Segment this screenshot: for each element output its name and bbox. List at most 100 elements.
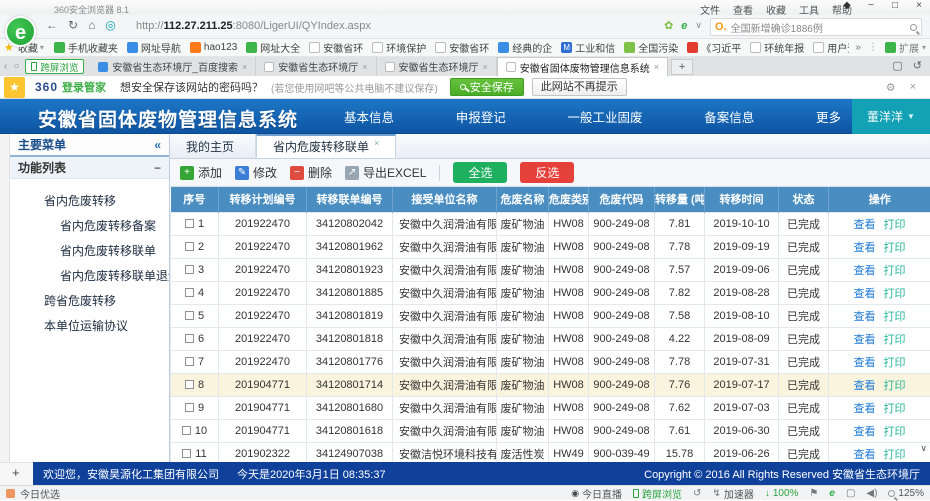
row-checkbox[interactable] bbox=[185, 334, 194, 343]
bookmark-item[interactable]: hao123 bbox=[190, 42, 237, 53]
bookmark-item[interactable]: 环统年报 bbox=[750, 40, 804, 55]
toolbar-action-button[interactable]: + 添加 bbox=[180, 164, 222, 181]
content-tab[interactable]: 省内危废转移联单 × bbox=[256, 134, 396, 158]
browser-tab[interactable]: 安徽省生态环境厅 × bbox=[377, 57, 497, 76]
row-checkbox[interactable] bbox=[185, 242, 194, 251]
back-icon[interactable]: ← bbox=[46, 18, 58, 32]
nav-item[interactable]: 备案信息 bbox=[700, 107, 758, 126]
extensions-button[interactable]: 扩展▾ bbox=[885, 40, 926, 55]
print-link[interactable]: 打印 bbox=[884, 403, 906, 415]
collapse-section-icon[interactable]: − bbox=[154, 157, 161, 179]
toolbar-action-button[interactable]: ↗ 导出EXCEL bbox=[345, 164, 426, 181]
view-link[interactable]: 查看 bbox=[854, 219, 876, 231]
window-icon[interactable]: ▢ bbox=[846, 488, 855, 499]
sidebar-menu-item[interactable]: 省内危废转移 bbox=[10, 189, 169, 214]
bookmark-item[interactable]: 《习近平 bbox=[687, 40, 741, 55]
new-tab-button[interactable]: + bbox=[671, 59, 693, 75]
row-checkbox[interactable] bbox=[185, 219, 194, 228]
accelerator-button[interactable]: ↯加速器 bbox=[712, 486, 753, 501]
ie-mode-icon[interactable]: e bbox=[829, 488, 835, 499]
nav-item[interactable]: 一般工业固废 bbox=[563, 107, 646, 126]
cross-screen-status-button[interactable]: 跨屏浏览 bbox=[633, 486, 682, 501]
daily-picks-link[interactable]: 今日优选 bbox=[20, 486, 60, 501]
search-input[interactable]: 全国新增确诊1886例 bbox=[731, 20, 906, 35]
nav-item[interactable]: 申报登记 bbox=[452, 107, 510, 126]
print-link[interactable]: 打印 bbox=[884, 242, 906, 254]
zoom-control[interactable]: 125% bbox=[888, 488, 924, 499]
search-box[interactable]: O. 全国新增确诊1886例 bbox=[710, 18, 922, 36]
restore-tab-icon[interactable]: ▢ bbox=[892, 59, 902, 72]
nav-item[interactable]: 基本信息 bbox=[340, 107, 398, 126]
row-checkbox[interactable] bbox=[185, 380, 194, 389]
print-link[interactable]: 打印 bbox=[884, 426, 906, 438]
nav-item[interactable]: 更多 bbox=[812, 107, 845, 126]
print-link[interactable]: 打印 bbox=[884, 357, 906, 369]
bookmark-item[interactable]: 网址大全 bbox=[246, 40, 300, 55]
bookmark-item[interactable]: 经典的企 bbox=[498, 40, 552, 55]
row-checkbox[interactable] bbox=[185, 311, 194, 320]
browser-tab[interactable]: 安徽省生态环境厅 × bbox=[256, 57, 376, 76]
print-link[interactable]: 打印 bbox=[884, 219, 906, 231]
toolbar-action-button[interactable]: ✎ 修改 bbox=[235, 164, 277, 181]
bookmark-item[interactable]: 环境保护 bbox=[372, 40, 426, 55]
security-plugin-icon[interactable]: ✿ bbox=[664, 19, 673, 32]
collapse-sidebar-icon[interactable]: « bbox=[154, 134, 161, 157]
print-link[interactable]: 打印 bbox=[884, 449, 906, 461]
bookmark-item[interactable]: 安徽省环 bbox=[309, 40, 363, 55]
row-checkbox[interactable] bbox=[185, 403, 194, 412]
home-icon[interactable]: ⌂ bbox=[88, 18, 95, 32]
plus-button[interactable]: + bbox=[12, 465, 20, 480]
print-link[interactable]: 打印 bbox=[884, 311, 906, 323]
print-link[interactable]: 打印 bbox=[884, 380, 906, 392]
speaker-icon[interactable]: ◀) bbox=[866, 488, 877, 499]
notification-close-icon[interactable]: × bbox=[910, 81, 916, 94]
address-field[interactable]: http://112.27.211.25:8080/LigerUI/QYInde… bbox=[136, 20, 371, 32]
live-button[interactable]: ◉今日直播 bbox=[571, 486, 622, 501]
sidebar-menu-item[interactable]: 跨省危废转移 bbox=[10, 289, 169, 314]
gear-icon[interactable]: ⚙ bbox=[886, 81, 896, 94]
search-engine-icon[interactable]: O. bbox=[715, 21, 727, 33]
browser-brand-icon[interactable]: ◆ bbox=[840, 0, 854, 11]
view-link[interactable]: 查看 bbox=[854, 449, 876, 461]
search-icon[interactable] bbox=[910, 24, 917, 31]
tab-close-icon[interactable]: × bbox=[242, 62, 247, 72]
row-checkbox[interactable] bbox=[182, 426, 191, 435]
print-link[interactable]: 打印 bbox=[884, 265, 906, 277]
view-link[interactable]: 查看 bbox=[854, 311, 876, 323]
view-link[interactable]: 查看 bbox=[854, 380, 876, 392]
row-checkbox[interactable] bbox=[185, 357, 194, 366]
toolbar-action-button[interactable]: − 删除 bbox=[290, 164, 332, 181]
browser-tab[interactable]: 安徽省固体废物管理信息系统 × bbox=[497, 57, 668, 76]
close-button[interactable]: × bbox=[912, 0, 926, 11]
reload-icon[interactable]: ↻ bbox=[68, 18, 78, 32]
sidebar-menu-item[interactable]: 省内危废转移备案 bbox=[10, 214, 169, 239]
tab-close-icon[interactable]: × bbox=[483, 62, 488, 72]
bookmarks-overflow-icon[interactable]: » bbox=[855, 42, 861, 53]
minimize-button[interactable]: − bbox=[864, 0, 878, 11]
row-checkbox[interactable] bbox=[182, 449, 191, 458]
print-link[interactable]: 打印 bbox=[884, 288, 906, 300]
bookmark-item[interactable]: 手机收藏夹 bbox=[54, 40, 118, 55]
sidebar-section-header[interactable]: − 功能列表 bbox=[10, 157, 169, 179]
tab-scroll-left-icon[interactable]: ‹ bbox=[4, 61, 7, 72]
tab-close-icon[interactable]: × bbox=[654, 62, 659, 72]
print-link[interactable]: 打印 bbox=[884, 334, 906, 346]
content-tab[interactable]: 我的主页 bbox=[170, 134, 256, 158]
view-link[interactable]: 查看 bbox=[854, 357, 876, 369]
user-menu[interactable]: 董洋洋 ▼ bbox=[852, 99, 930, 134]
view-link[interactable]: 查看 bbox=[854, 426, 876, 438]
bookmark-item[interactable]: 全国污染 bbox=[624, 40, 678, 55]
browser-mode-icon[interactable]: e bbox=[681, 20, 687, 32]
tab-close-icon[interactable]: × bbox=[362, 62, 367, 72]
tab-list-icon[interactable]: ○ bbox=[13, 61, 19, 72]
view-link[interactable]: 查看 bbox=[854, 288, 876, 300]
flag-icon[interactable]: ⚑ bbox=[809, 488, 818, 499]
content-tab-close-icon[interactable]: × bbox=[374, 138, 379, 148]
dismiss-button[interactable]: 此网站不再提示 bbox=[532, 78, 627, 96]
session-restore-icon[interactable]: ↺ bbox=[913, 59, 922, 72]
view-link[interactable]: 查看 bbox=[854, 403, 876, 415]
save-password-button[interactable]: 安全保存 bbox=[450, 78, 524, 96]
bookmark-item[interactable]: 网址导航 bbox=[127, 40, 181, 55]
cross-screen-button[interactable]: 跨屏浏览 bbox=[25, 59, 84, 74]
browser-logo-icon[interactable]: e bbox=[5, 16, 36, 47]
